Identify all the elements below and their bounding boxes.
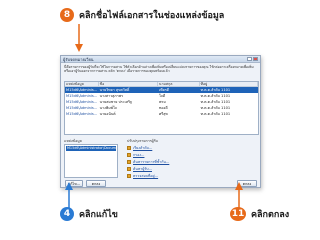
- step-number-badge: 11: [230, 207, 246, 221]
- step-8-text: คลิกชื่อไฟล์เอกสารในช่องแหล่งข้อมูล: [79, 11, 225, 21]
- step-4-text: คลิกแก้ไข: [79, 210, 118, 220]
- data-source-item[interactable]: M15d6\Administrator\Docum...: [66, 146, 116, 151]
- task-sort[interactable]: เรียงลำดับ...: [127, 144, 169, 151]
- help-button[interactable]: [247, 57, 252, 61]
- duplicates-icon: [127, 159, 131, 164]
- refresh-button[interactable]: ตกลง: [86, 180, 106, 187]
- validate-icon: [127, 173, 131, 178]
- mail-merge-recipients-dialog: ผู้รับจดหมายเวียน นี่คือรายการของผู้รับท…: [60, 55, 261, 188]
- find-icon: [127, 166, 131, 171]
- col-header-address[interactable]: ที่อยู่: [200, 82, 258, 86]
- step-number-badge: 8: [60, 8, 74, 22]
- step-11-arrow: [235, 182, 243, 208]
- col-header-last[interactable]: นามสกุล: [158, 82, 200, 86]
- col-header-source[interactable]: แหล่งข้อมูล: [65, 82, 99, 86]
- step-11-text: คลิกตกลง: [251, 210, 290, 220]
- filter-icon: [127, 152, 131, 157]
- col-header-name[interactable]: ชื่อ: [99, 82, 159, 86]
- dialog-titlebar: ผู้รับจดหมายเวียน: [61, 56, 260, 63]
- task-validate-addresses[interactable]: ตรวจสอบที่อยู่...: [127, 172, 169, 179]
- step-4-arrow: [65, 182, 73, 208]
- task-filter[interactable]: กรอง...: [127, 151, 169, 158]
- task-find-recipient[interactable]: ค้นหาผู้รับ...: [127, 165, 169, 172]
- dialog-instructions: นี่คือรายการของผู้รับที่จะใช้ในการผสาน ใ…: [64, 65, 254, 74]
- step-11-heading: 11 คลิกตกลง: [230, 207, 289, 221]
- step-8-arrow: [75, 24, 83, 52]
- recipient-table[interactable]: แหล่งข้อมูล ชื่อ นามสกุล ที่อยู่ M15d6\A…: [64, 81, 259, 135]
- table-row[interactable]: M15d6\Adminis... นายอนันต์ ศรีสุข ท.ต.ต.…: [65, 111, 258, 117]
- refine-task-list: เรียงลำดับ... กรอง... ค้นหารายการที่ซ้ำก…: [127, 144, 169, 179]
- data-source-list[interactable]: M15d6\Administrator\Docum...: [64, 144, 118, 178]
- step-8-heading: 8 คลิกชื่อไฟล์เอกสารในช่องแหล่งข้อมูล: [60, 8, 224, 22]
- task-find-duplicates[interactable]: ค้นหารายการที่ซ้ำกัน...: [127, 158, 169, 165]
- dialog-title: ผู้รับจดหมายเวียน: [63, 56, 94, 62]
- sort-icon: [127, 145, 131, 150]
- close-button[interactable]: [253, 57, 258, 61]
- step-number-badge: 4: [60, 207, 74, 221]
- step-4-heading: 4 คลิกแก้ไข: [60, 207, 118, 221]
